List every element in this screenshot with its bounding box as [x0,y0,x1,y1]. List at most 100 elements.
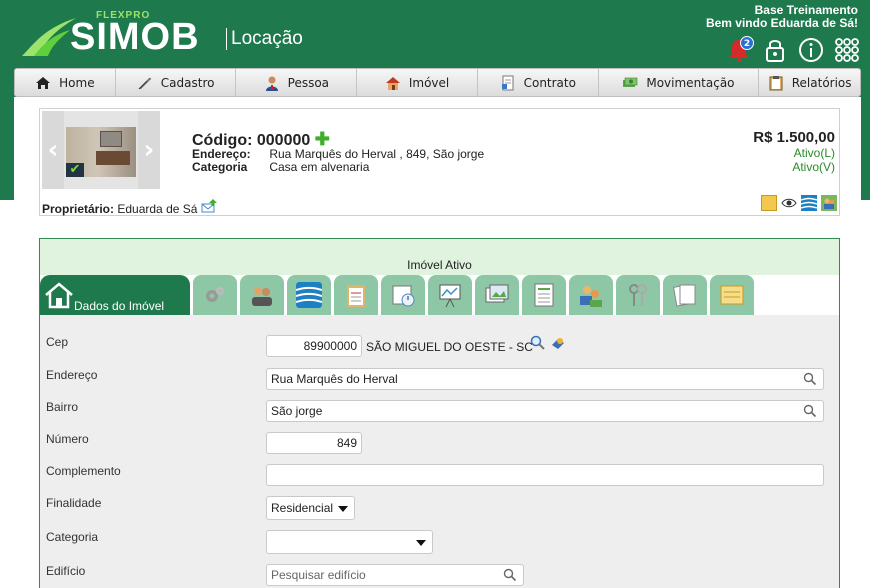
row-cep: Cep 89900000 SÃO MIGUEL DO OESTE - SC [40,333,839,365]
note-tab-icon [720,285,744,305]
category-label: Categoria [192,160,248,174]
tab-arquivos[interactable] [663,275,707,315]
search-icon[interactable] [803,404,817,418]
tab-dados-imovel-label: Dados do Imóvel [74,299,165,313]
price-value: R$ 1.500,00 [753,129,835,146]
photos-icon [485,284,509,303]
files-icon [672,284,696,307]
tab-chaves[interactable] [616,275,660,315]
photo-sink [96,151,130,165]
tab-checklist[interactable] [334,275,378,315]
tab-agenda[interactable] [381,275,425,315]
bell-icon[interactable]: 2 [726,36,754,64]
mail-up-icon[interactable] [201,199,217,213]
row-endereco: Endereço Rua Marquês do Herval [40,366,839,398]
property-panel: Imóvel Ativo Dados do Imóvel Cep 8990000… [39,238,840,588]
edificio-placeholder: Pesquisar edifício [271,568,366,582]
feather-icon [138,77,151,89]
row-complemento: Complemento [40,462,839,494]
complemento-input[interactable] [266,464,824,486]
nav-contrato-label: Contrato [523,75,576,90]
nav-movimentacao-label: Movimentação [646,75,735,90]
numero-input[interactable]: 849 [266,432,362,454]
welcome-text: Bem vindo Eduarda de Sá! [705,16,858,30]
tab-pessoas[interactable] [240,275,284,315]
complemento-label: Complemento [46,464,121,478]
finalidade-select[interactable]: Residencial [266,496,355,520]
gears-icon [206,287,224,302]
search-icon[interactable] [503,568,517,582]
tab-apresentacao[interactable] [428,275,472,315]
owner-name[interactable]: Eduarda de Sá [117,202,197,216]
contract-icon [501,75,514,90]
stripes-icon[interactable] [801,195,817,211]
tab-lista[interactable] [287,275,331,315]
brand-name: SIMOB [70,16,200,58]
panel-tabs: Dados do Imóvel [40,275,839,315]
numero-label: Número [46,432,89,446]
nav-imovel[interactable]: Imóvel [357,69,478,96]
edificio-input[interactable]: Pesquisar edifício [266,564,524,586]
cep-input[interactable]: 89900000 [266,335,362,357]
category-row: Categoria Casa em alvenaria [192,160,369,174]
home-outline-icon [45,282,73,309]
tab-config[interactable] [193,275,237,315]
nav-pessoa[interactable]: Pessoa [236,69,358,96]
checkmark-icon: ✔ [66,163,84,177]
lock-icon[interactable] [762,36,788,64]
next-photo-arrow-icon[interactable]: › [138,111,160,189]
note-icon[interactable] [761,195,777,211]
cep-label: Cep [46,335,69,349]
tab-notas[interactable] [710,275,754,315]
row-bairro: Bairro São jorge [40,398,839,430]
home-icon [36,76,51,89]
row-edificio: Edifício Pesquisar edifício [40,562,839,588]
nav-movimentacao[interactable]: Movimentação [599,69,760,96]
address-label: Endereço: [192,147,251,161]
status-l: Ativo(L) [793,146,835,160]
card-action-icons [761,195,837,211]
nav-home[interactable]: Home [15,69,116,96]
search-icon[interactable] [530,335,546,351]
main-content: ✔ ‹ › Código: 000000 ✚ Endereço: Rua Mar… [14,97,861,588]
notification-badge: 2 [740,36,754,50]
clipboard-icon [769,75,783,90]
nav-cadastro[interactable]: Cadastro [116,69,237,96]
chevron-down-icon [338,506,348,512]
bairro-input[interactable]: São jorge [266,400,824,422]
endereco-input[interactable]: Rua Marquês do Herval [266,368,824,390]
add-icon[interactable]: ✚ [315,129,330,149]
stripes-tab-icon [296,282,322,308]
nav-imovel-label: Imóvel [408,75,450,90]
tab-documentos[interactable] [522,275,566,315]
people-icon [252,287,272,306]
tab-fotos[interactable] [475,275,519,315]
nav-pessoa-label: Pessoa [287,75,330,90]
calendar-clock-icon [392,285,415,307]
map-pin-icon[interactable] [550,335,566,351]
prev-photo-arrow-icon[interactable]: ‹ [42,111,64,189]
info-icon[interactable] [798,36,824,64]
nav-relatorios[interactable]: Relatórios [759,69,860,96]
tab-dados-imovel[interactable]: Dados do Imóvel [40,275,190,315]
categoria-select[interactable] [266,530,433,554]
nav-contrato[interactable]: Contrato [478,69,599,96]
endereco-label: Endereço [46,368,98,382]
category-value: Casa em alvenaria [269,160,370,174]
apps-grid-icon[interactable] [834,36,860,64]
property-photo-carousel: ✔ ‹ › [42,111,160,189]
chevron-down-icon [416,540,426,546]
users-map-icon[interactable] [821,195,837,211]
search-icon[interactable] [803,372,817,386]
owner-label: Proprietário: [42,202,115,216]
document-list-icon [534,283,554,307]
keys-icon [629,284,647,306]
eye-icon[interactable] [781,195,797,211]
endereco-value: Rua Marquês do Herval [271,372,398,386]
simob-logo[interactable]: FLEXPRO SIMOB Locação [20,8,320,63]
nav-relatorios-label: Relatórios [791,75,852,90]
tab-contatos[interactable] [569,275,613,315]
property-card: ✔ ‹ › Código: 000000 ✚ Endereço: Rua Mar… [39,108,840,216]
row-numero: Número 849 [40,430,839,462]
row-categoria: Categoria [40,528,839,560]
